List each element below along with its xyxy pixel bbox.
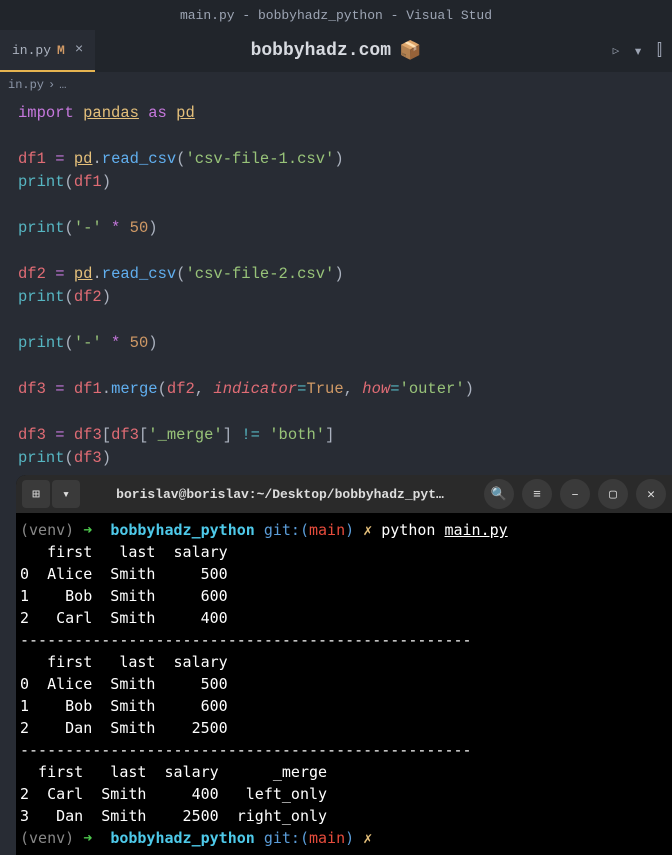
module: pd	[74, 150, 93, 168]
keyword: import	[18, 104, 74, 122]
new-tab-icon[interactable]: ⊞	[22, 480, 50, 508]
output-line: 0 Alice Smith 500	[20, 565, 228, 583]
variable: df1	[18, 150, 46, 168]
output-line: 1 Bob Smith 600	[20, 697, 228, 715]
keyword: as	[148, 104, 167, 122]
minimize-icon[interactable]: –	[560, 479, 590, 509]
terminal-header: ⊞ ▾ borislav@borislav:~/Desktop/bobbyhad…	[16, 475, 672, 513]
builtin: print	[18, 334, 65, 352]
output-line: 0 Alice Smith 500	[20, 675, 228, 693]
terminal-output[interactable]: (venv) ➜ bobbyhadz_python git:(main) ✗ p…	[16, 513, 672, 855]
maximize-icon[interactable]: ▢	[598, 479, 628, 509]
output-line: 3 Dan Smith 2500 right_only	[20, 807, 327, 825]
breadcrumb-file: in.py	[8, 78, 44, 92]
builtin: print	[18, 219, 65, 237]
output-line: first last salary _merge	[20, 763, 327, 781]
string: '-'	[74, 219, 102, 237]
window-titlebar: main.py - bobbyhadz_python - Visual Stud	[0, 0, 672, 30]
menu-icon[interactable]: ≡	[522, 479, 552, 509]
tab-filename: in.py	[12, 43, 51, 58]
tab-main-py[interactable]: in.py M ×	[0, 30, 95, 72]
output-line: first last salary	[20, 543, 228, 561]
string: '-'	[74, 334, 102, 352]
close-icon[interactable]: ✕	[636, 479, 666, 509]
output-line: 1 Bob Smith 600	[20, 587, 228, 605]
module: pd	[74, 265, 93, 283]
terminal-title: borislav@borislav:~/Desktop/bobbyhadz_py…	[84, 487, 476, 502]
builtin: print	[18, 288, 65, 306]
variable: df2	[18, 265, 46, 283]
header-title: bobbyhadz.com 📦	[251, 40, 422, 62]
breadcrumb[interactable]: in.py › …	[0, 72, 672, 98]
output-line: ----------------------------------------…	[20, 631, 472, 649]
code-editor[interactable]: import pandas as pd df1 = pd.read_csv('c…	[0, 98, 672, 474]
string: 'csv-file-1.csv'	[186, 150, 335, 168]
number: 50	[130, 334, 149, 352]
search-icon[interactable]: 🔍	[484, 479, 514, 509]
number: 50	[130, 219, 149, 237]
output-line: 2 Carl Smith 400 left_only	[20, 785, 327, 803]
window-title: main.py - bobbyhadz_python - Visual Stud	[180, 8, 492, 23]
tab-bar: in.py M × bobbyhadz.com 📦 ▷ ▾ ⫿	[0, 30, 672, 72]
terminal-panel: ⊞ ▾ borislav@borislav:~/Desktop/bobbyhad…	[16, 475, 672, 855]
dropdown-icon[interactable]: ▾	[52, 480, 80, 508]
operator: =	[55, 150, 64, 168]
breadcrumb-more: …	[59, 78, 66, 92]
output-line: ----------------------------------------…	[20, 741, 472, 759]
builtin: print	[18, 173, 65, 191]
variable: df1	[74, 173, 102, 191]
alias: pd	[176, 104, 195, 122]
tab-modified-indicator: M	[57, 43, 65, 58]
output-line: first last salary	[20, 653, 228, 671]
breadcrumb-sep: ›	[48, 78, 55, 92]
function: read_csv	[102, 150, 176, 168]
function: read_csv	[102, 265, 176, 283]
chevron-down-icon[interactable]: ▾	[633, 41, 643, 61]
variable: df2	[74, 288, 102, 306]
operator: =	[55, 265, 64, 283]
run-icon[interactable]: ▷	[613, 44, 620, 58]
close-icon[interactable]: ×	[75, 42, 83, 58]
box-icon: 📦	[399, 40, 421, 62]
site-title: bobbyhadz.com	[251, 41, 391, 61]
operator: *	[111, 334, 120, 352]
variable: df3	[18, 380, 46, 398]
editor-actions: ▷ ▾ ⫿	[613, 41, 662, 61]
split-editor-icon[interactable]: ⫿	[657, 42, 662, 60]
string: 'csv-file-2.csv'	[186, 265, 335, 283]
output-line: 2 Dan Smith 2500	[20, 719, 228, 737]
output-line: 2 Carl Smith 400	[20, 609, 228, 627]
operator: *	[111, 219, 120, 237]
module: pandas	[83, 104, 139, 122]
punct: .	[92, 150, 101, 168]
